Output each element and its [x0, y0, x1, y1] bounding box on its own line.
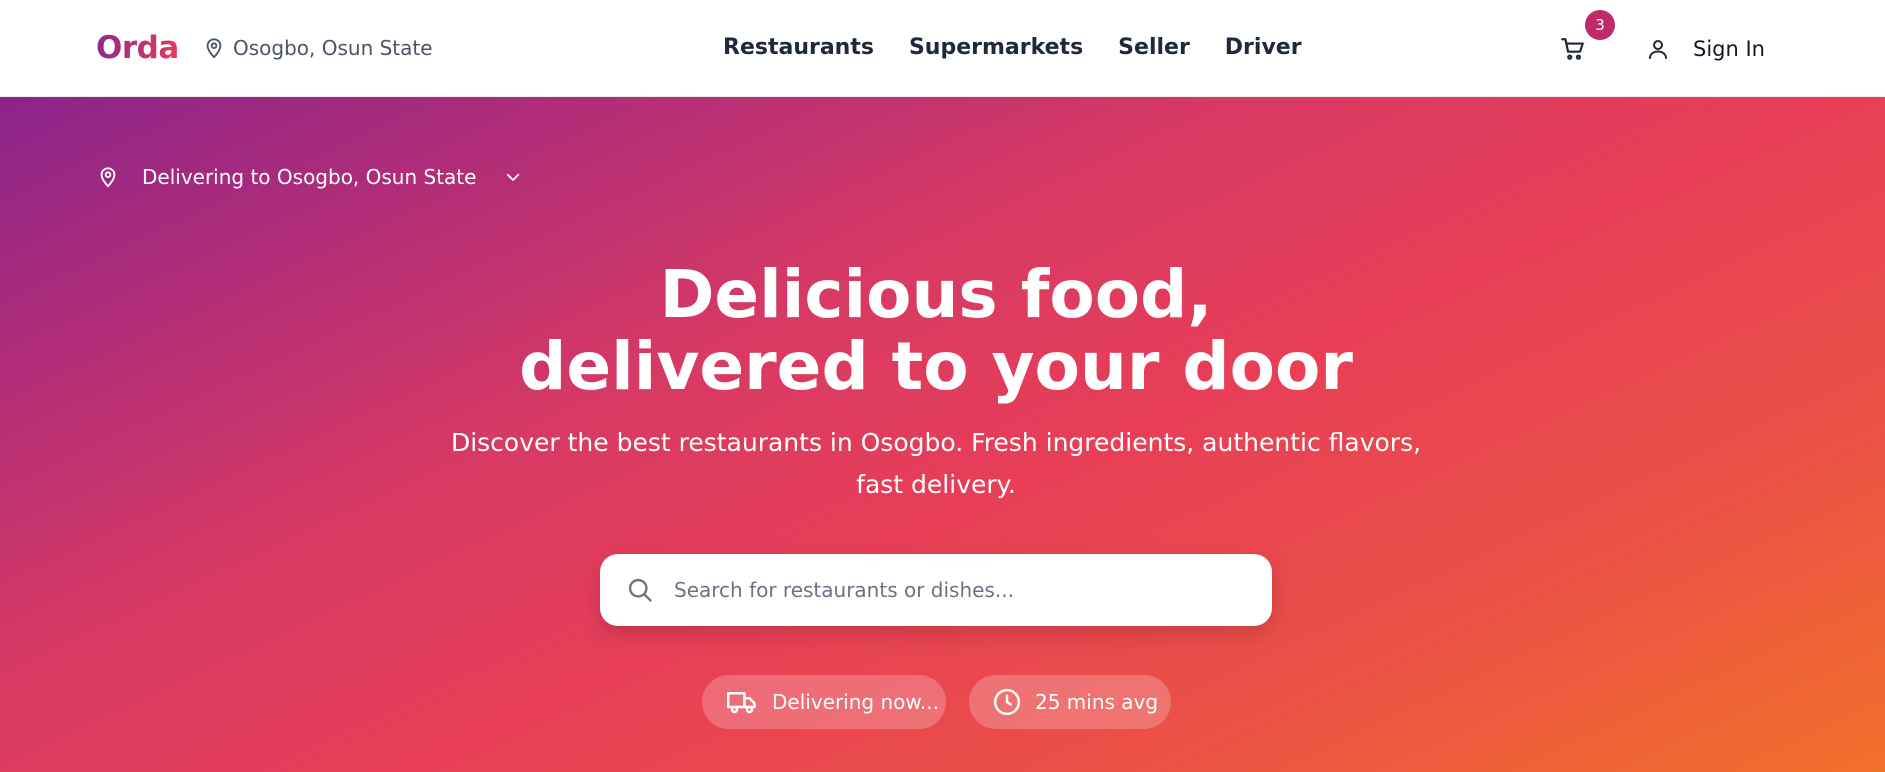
- map-pin-icon: [100, 167, 116, 188]
- nav-supermarkets[interactable]: Supermarkets: [909, 35, 1083, 60]
- sign-in-link[interactable]: Sign In: [1693, 37, 1765, 61]
- header-location[interactable]: Osogbo, Osun State: [203, 36, 433, 60]
- delivery-time-label: 25 mins avg: [1035, 690, 1159, 714]
- hero-subtitle: Discover the best restaurants in Osogbo.…: [450, 428, 1422, 499]
- hero-section: Delivering to Osogbo, Osun State Delicio…: [0, 97, 1885, 772]
- search-icon: [628, 578, 652, 602]
- truck-icon: [727, 692, 756, 714]
- nav-seller[interactable]: Seller: [1118, 35, 1190, 60]
- delivering-now-label: Delivering now...: [772, 690, 939, 714]
- delivery-time-pill: 25 mins avg: [969, 675, 1171, 729]
- delivery-location-selector[interactable]: Delivering to Osogbo, Osun State: [97, 165, 522, 189]
- search-bar[interactable]: [600, 554, 1272, 626]
- user-icon[interactable]: [1646, 36, 1670, 62]
- nav-driver[interactable]: Driver: [1225, 35, 1302, 60]
- headline-line-1: Delicious food,: [659, 256, 1213, 333]
- shopping-cart-icon[interactable]: [1560, 36, 1586, 62]
- search-input[interactable]: [674, 578, 1234, 602]
- nav-restaurants[interactable]: Restaurants: [723, 35, 874, 60]
- map-pin-icon: [206, 38, 222, 59]
- main-nav: Restaurants Supermarkets Seller Driver: [723, 35, 1337, 60]
- delivering-now-pill: Delivering now...: [702, 675, 946, 729]
- delivering-to-label: Delivering to Osogbo, Osun State: [142, 165, 477, 189]
- clock-icon: [993, 688, 1021, 716]
- chevron-down-icon[interactable]: [504, 168, 522, 186]
- hero-headline: Delicious food, delivered to your door: [0, 259, 1872, 403]
- headline-line-2: delivered to your door: [519, 328, 1353, 405]
- top-navigation-bar: Orda Osogbo, Osun State Restaurants Supe…: [0, 0, 1885, 97]
- logo[interactable]: Orda: [96, 30, 179, 66]
- header-location-label: Osogbo, Osun State: [233, 36, 433, 60]
- cart-count-badge: 3: [1585, 10, 1615, 40]
